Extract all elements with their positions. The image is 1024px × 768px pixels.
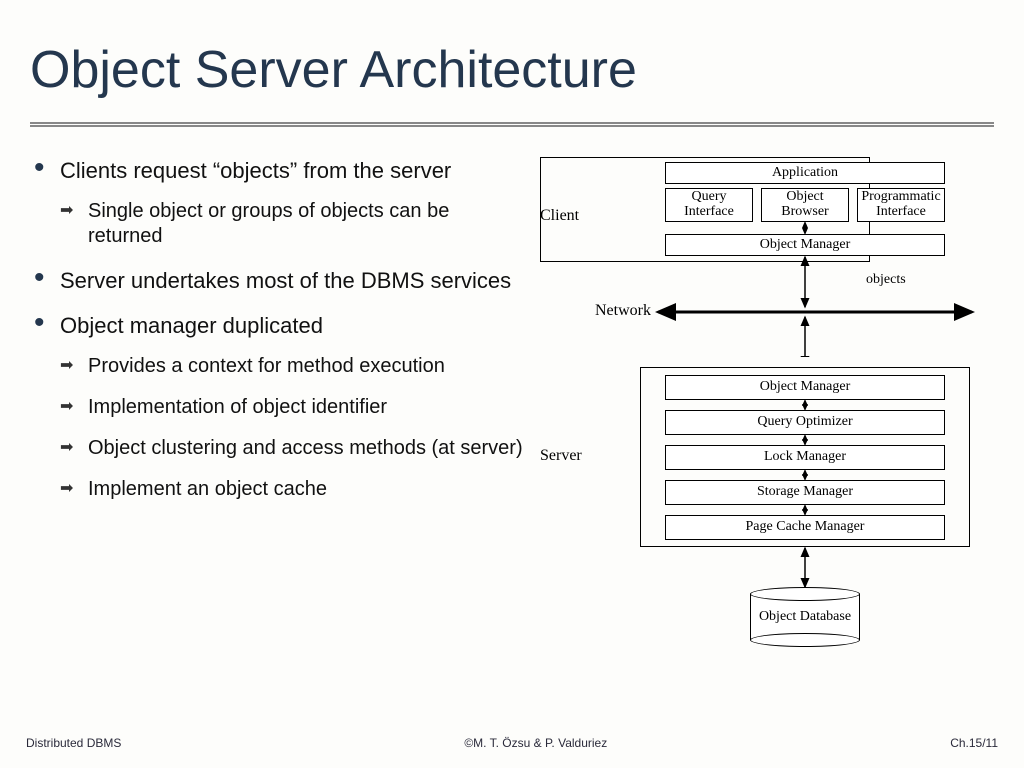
diagram-column: Client Application Query Interface Objec… xyxy=(540,157,990,677)
sub-bullet-item: Implementation of object identifier xyxy=(60,395,525,420)
bullet-main-text: Server undertakes most of the DBMS servi… xyxy=(60,267,525,295)
bullet-item: Object manager duplicated Provides a cont… xyxy=(30,312,525,502)
footer-right: Ch.15/11 xyxy=(950,736,998,750)
server-internal-arrows xyxy=(540,375,990,555)
sub-bullet-item: Single object or groups of objects can b… xyxy=(60,199,525,249)
content-area: Clients request “objects” from the serve… xyxy=(30,157,994,677)
sub-bullet-item: Implement an object cache xyxy=(60,477,525,502)
sub-bullet-item: Object clustering and access methods (at… xyxy=(60,436,525,461)
bullet-main-text: Object manager duplicated xyxy=(60,312,525,340)
text-column: Clients request “objects” from the serve… xyxy=(30,157,540,677)
bullet-item: Server undertakes most of the DBMS servi… xyxy=(30,267,525,295)
bullet-item: Clients request “objects” from the serve… xyxy=(30,157,525,249)
bullet-list: Clients request “objects” from the serve… xyxy=(30,157,525,502)
object-database-cylinder: Object Database xyxy=(750,587,860,647)
slide-footer: Distributed DBMS ©M. T. Özsu & P. Valdur… xyxy=(0,736,1024,750)
slide-title: Object Server Architecture xyxy=(30,40,994,100)
db-label: Object Database xyxy=(759,609,851,624)
sub-bullet-list: Provides a context for method execution I… xyxy=(60,354,525,502)
network-arrow xyxy=(540,157,990,357)
sub-bullet-item: Provides a context for method execution xyxy=(60,354,525,379)
bullet-main-text: Clients request “objects” from the serve… xyxy=(60,157,525,185)
title-divider xyxy=(30,122,994,127)
footer-left: Distributed DBMS xyxy=(26,736,121,750)
sub-bullet-list: Single object or groups of objects can b… xyxy=(60,199,525,249)
footer-center: ©M. T. Özsu & P. Valduriez xyxy=(464,736,607,750)
architecture-diagram: Client Application Query Interface Objec… xyxy=(540,157,990,677)
